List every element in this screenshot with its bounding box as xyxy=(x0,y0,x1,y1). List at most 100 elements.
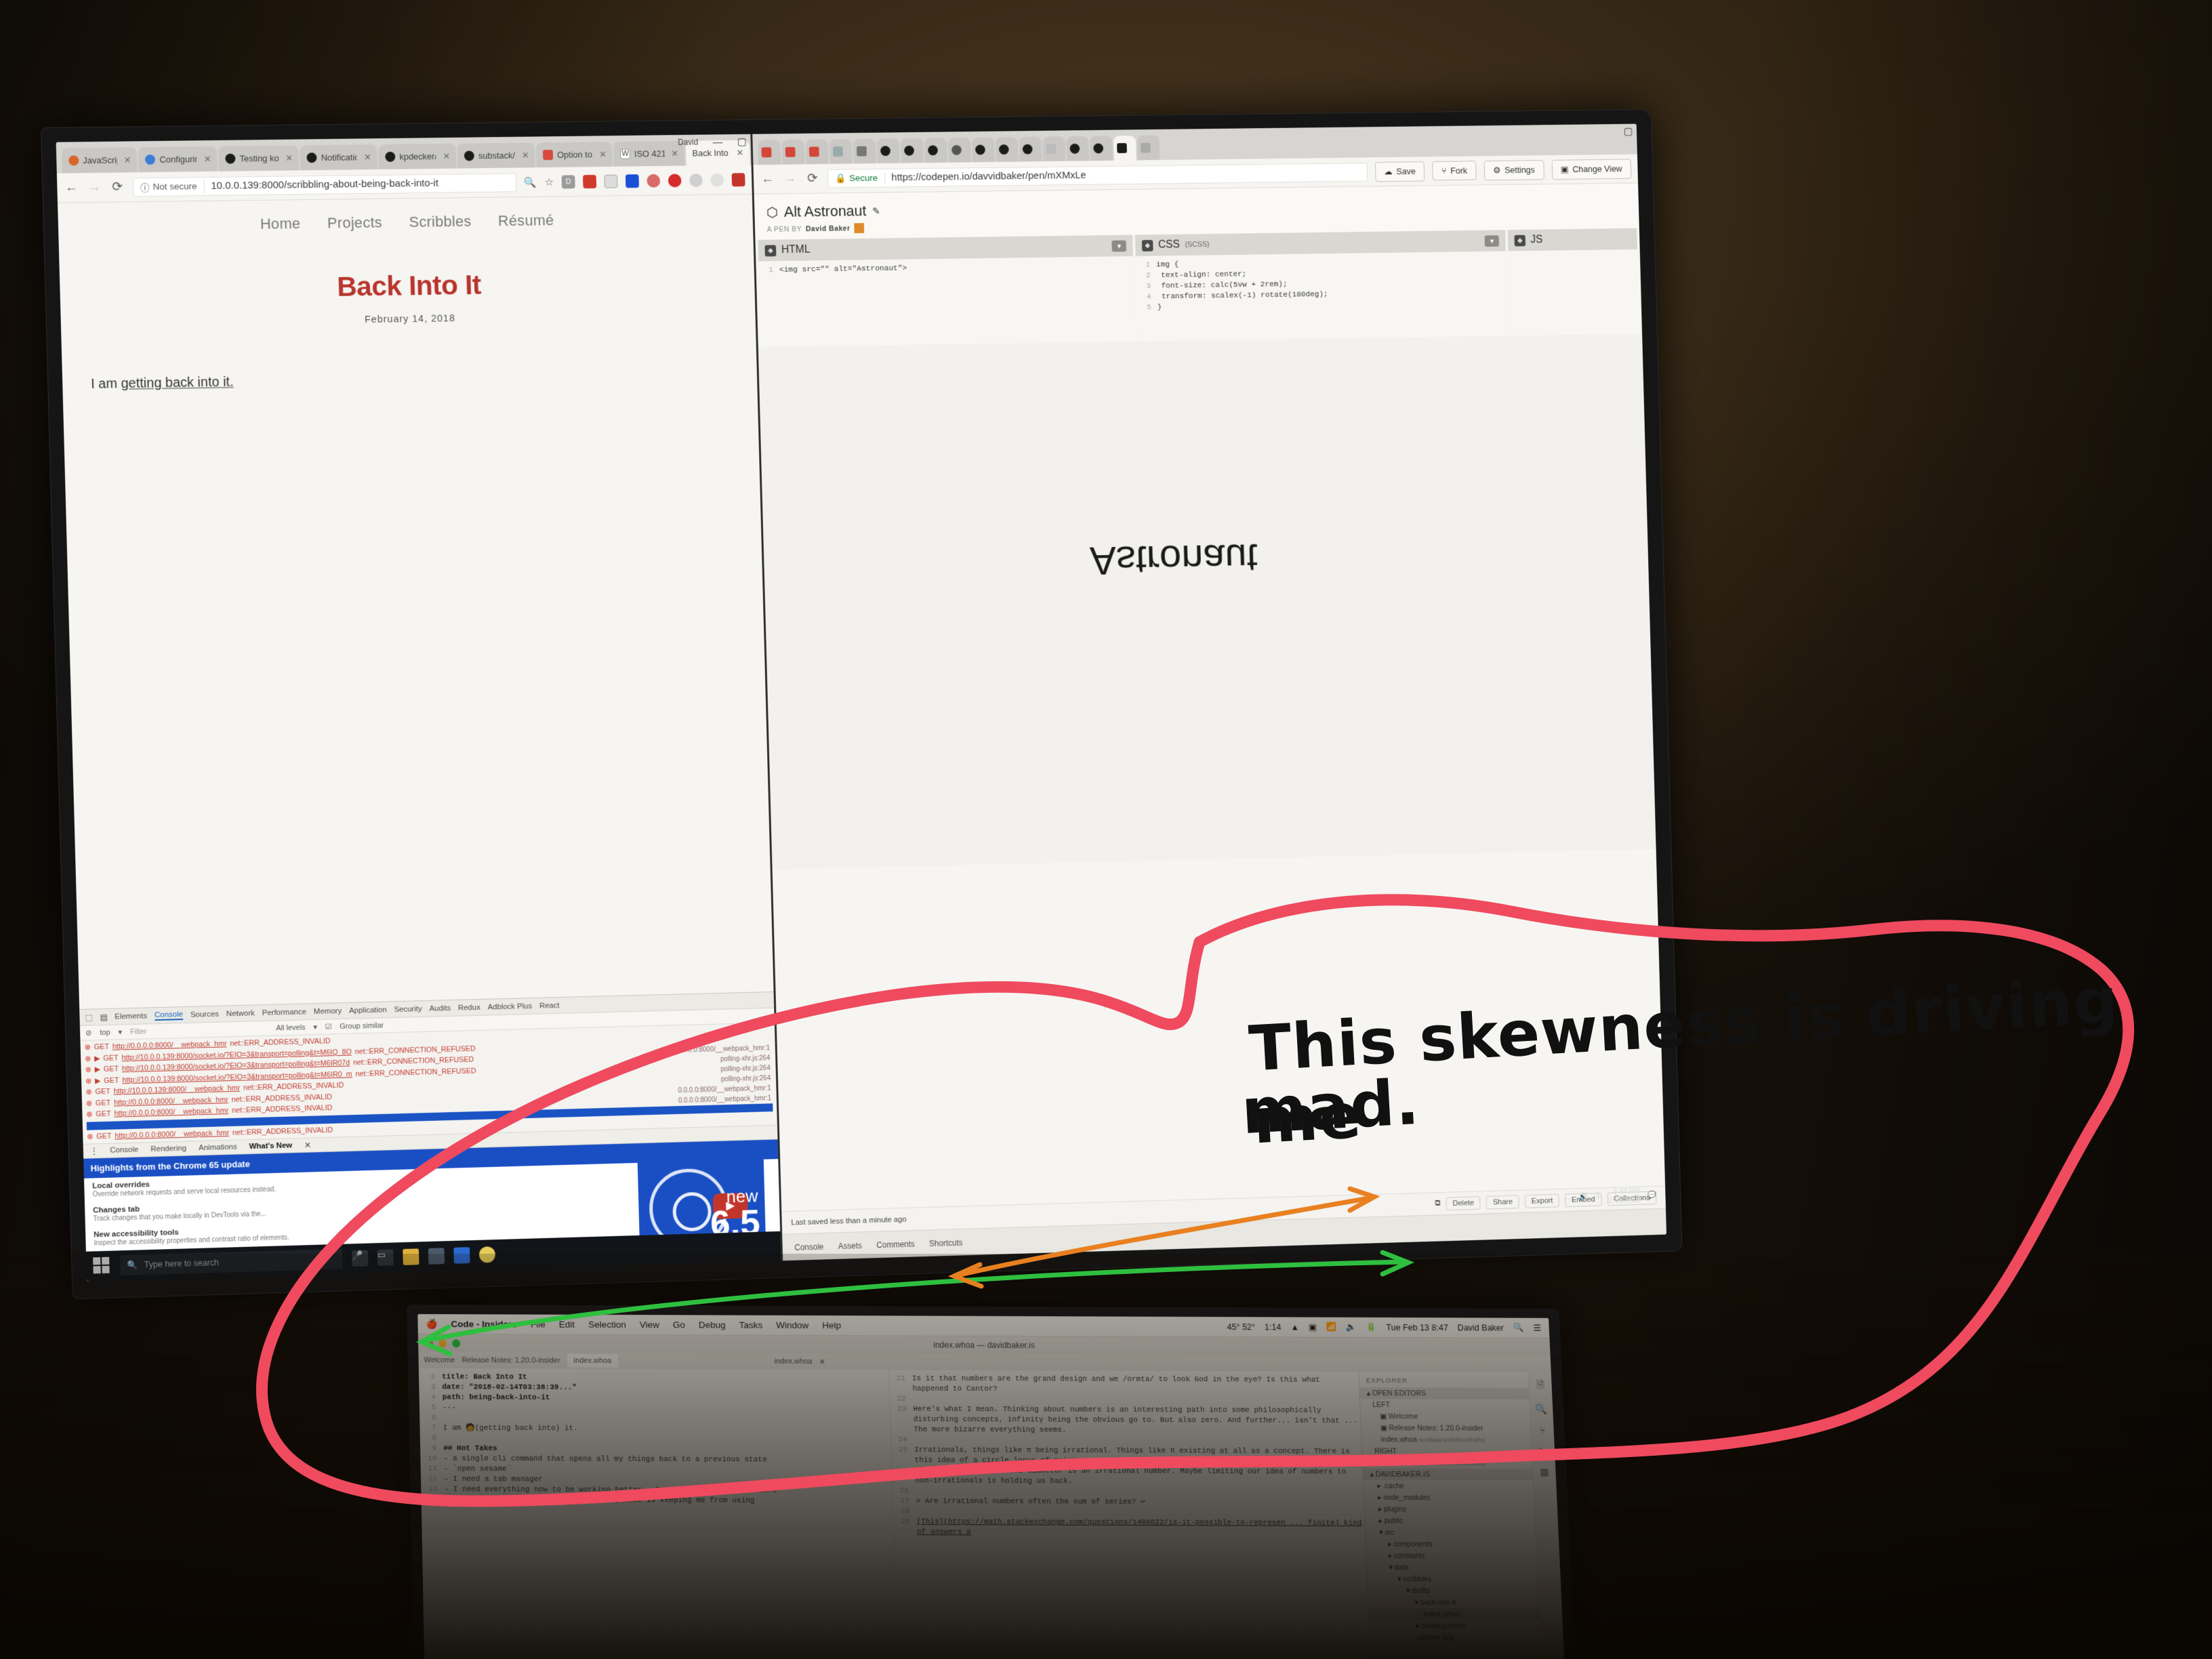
drawer-tab-animations[interactable]: Animations xyxy=(199,1143,237,1153)
filter-caret-icon[interactable]: ▾ xyxy=(118,1027,122,1036)
browser-tab[interactable] xyxy=(805,139,829,165)
expand-icon[interactable]: ▶ xyxy=(94,1053,100,1065)
close-icon[interactable]: ✕ xyxy=(522,150,529,161)
devtools-tab-performance[interactable]: Performance xyxy=(262,1008,307,1017)
delete-button[interactable]: Delete xyxy=(1446,1195,1481,1210)
drawer-tab-rendering[interactable]: Rendering xyxy=(150,1145,186,1153)
console-context[interactable]: top xyxy=(100,1028,110,1036)
browser-tab[interactable]: Configuring ✕ xyxy=(138,146,218,173)
clear-console-icon[interactable]: ⊘ xyxy=(85,1029,92,1038)
browser-tab[interactable] xyxy=(829,139,853,164)
close-icon[interactable]: ✕ xyxy=(285,152,293,163)
volume-icon[interactable]: 🔊 xyxy=(1579,1193,1588,1202)
address-bar[interactable]: ⓘ Not secure 10.0.0.139:8000/scribbling-… xyxy=(132,172,517,197)
devtools-tab-security[interactable]: Security xyxy=(394,1005,422,1014)
browser-tab[interactable] xyxy=(1042,136,1066,162)
close-icon[interactable]: ✕ xyxy=(304,1141,311,1150)
console-level[interactable]: All levels xyxy=(276,1023,305,1032)
browser-tab[interactable] xyxy=(924,138,947,163)
assets-button[interactable]: Assets xyxy=(838,1241,862,1251)
console-button[interactable]: Console xyxy=(794,1242,823,1252)
close-icon[interactable]: ✕ xyxy=(671,148,678,159)
browser-tab[interactable] xyxy=(1019,136,1042,162)
browser-tab[interactable] xyxy=(853,138,876,164)
browser-tab[interactable] xyxy=(1066,136,1090,161)
extension-icon-a[interactable] xyxy=(647,173,661,188)
extension-icon-d[interactable]: D xyxy=(561,174,575,188)
open-external-icon[interactable]: ⧉ xyxy=(1435,1200,1440,1208)
drawer-tab-whats-new[interactable]: What's New xyxy=(249,1141,292,1151)
nav-projects[interactable]: Projects xyxy=(327,214,383,232)
drawer-menu-icon[interactable]: ⋮ xyxy=(90,1146,98,1155)
close-icon[interactable]: ✕ xyxy=(736,147,743,158)
close-icon[interactable]: ✕ xyxy=(364,152,371,163)
settings-button[interactable]: ⚙ Settings xyxy=(1483,159,1544,180)
browser-tab[interactable] xyxy=(947,137,971,163)
nav-resume[interactable]: Résumé xyxy=(498,211,554,230)
close-icon[interactable]: ✕ xyxy=(599,149,607,160)
extension-icon-blue[interactable] xyxy=(625,173,639,188)
devtools-tab-react[interactable]: React xyxy=(539,1001,560,1010)
browser-tab[interactable] xyxy=(900,138,924,163)
expand-icon[interactable]: ▶ xyxy=(95,1076,101,1087)
save-button[interactable]: ☁ Save xyxy=(1374,161,1425,182)
devtools-tab-redux[interactable]: Redux xyxy=(458,1003,480,1012)
profile-name[interactable]: David xyxy=(678,138,698,147)
security-indicator[interactable]: ⓘ Not secure xyxy=(140,179,205,194)
extension-icon-gear[interactable] xyxy=(689,173,703,187)
close-icon[interactable]: ✕ xyxy=(204,154,211,165)
devtools-tab-elements[interactable]: Elements xyxy=(115,1012,147,1021)
browser-tab[interactable]: JavaScript ✕ xyxy=(61,147,138,173)
tray-expand-icon[interactable]: ︿ xyxy=(1564,1193,1572,1202)
back-icon[interactable]: ← xyxy=(760,171,775,186)
fork-button[interactable]: ⑂ Fork xyxy=(1432,161,1477,181)
browser-tab[interactable]: substack/ta ✕ xyxy=(457,142,536,169)
clock[interactable]: 8:48 PM 2/13/2018 xyxy=(1608,1187,1640,1206)
share-button[interactable]: Share xyxy=(1486,1195,1519,1209)
edit-pencil-icon[interactable]: ✎ xyxy=(872,205,880,217)
console-filter-input[interactable]: Filter xyxy=(130,1027,147,1036)
extension-icon-rec[interactable] xyxy=(668,173,682,188)
chevron-down-icon[interactable]: ▾ xyxy=(1111,240,1127,252)
devtools-tab-audits[interactable]: Audits xyxy=(429,1004,451,1013)
nav-home[interactable]: Home xyxy=(260,215,301,233)
browser-tab[interactable]: Testing kom ✕ xyxy=(218,145,300,171)
change-view-button[interactable]: ▣ Change View xyxy=(1551,158,1632,180)
request-url[interactable]: http://0.0.0.0:8000/__webpack_hmr xyxy=(114,1105,228,1120)
shortcuts-button[interactable]: Shortcuts xyxy=(929,1237,963,1248)
pen-author[interactable]: David Baker xyxy=(806,224,851,233)
devtools-tab-memory[interactable]: Memory xyxy=(314,1007,342,1016)
browser-tab[interactable] xyxy=(758,140,781,165)
nav-scribbles[interactable]: Scribbles xyxy=(409,213,472,231)
browser-tab[interactable] xyxy=(1136,135,1160,161)
minimize-icon[interactable]: — xyxy=(712,136,722,148)
extension-icon-globe[interactable] xyxy=(710,173,724,187)
address-bar[interactable]: 🔒 Secure https://codepen.io/davvidbaker/… xyxy=(827,162,1368,188)
browser-tab[interactable]: kpdecker/js ✕ xyxy=(378,143,457,169)
devtools-tab-application[interactable]: Application xyxy=(349,1006,387,1015)
request-url[interactable]: http://0.0.0.0:8000/__webpack_hmr xyxy=(115,1127,229,1141)
extension-icon-play[interactable] xyxy=(731,172,745,186)
extension-icon-red[interactable] xyxy=(582,174,597,188)
reload-icon[interactable]: ⟳ xyxy=(110,179,125,194)
browser-tab[interactable] xyxy=(971,137,995,163)
security-indicator[interactable]: 🔒 Secure xyxy=(834,172,885,184)
js-pane-header[interactable]: ◆ JS xyxy=(1507,228,1637,251)
chevron-down-icon[interactable]: ▾ xyxy=(1485,234,1500,247)
export-button[interactable]: Export xyxy=(1524,1193,1560,1208)
browser-tab[interactable] xyxy=(781,139,805,165)
devtools-tab-network[interactable]: Network xyxy=(226,1009,255,1018)
browser-tab[interactable]: Notification ✕ xyxy=(300,144,378,171)
css-code[interactable]: 1 img { 2 text-align: center; 3 font-size… xyxy=(1136,251,1507,318)
pen-title[interactable]: Alt Astronaut xyxy=(783,203,866,221)
group-similar-checkbox[interactable]: ☑ xyxy=(325,1022,332,1031)
expand-icon[interactable]: ▶ xyxy=(94,1064,100,1076)
bookmark-star-icon[interactable]: ☆ xyxy=(545,176,554,188)
network-icon[interactable]: ⚲ xyxy=(1595,1192,1601,1202)
devtools-tab-adblock[interactable]: Adblock Plus xyxy=(487,1002,532,1012)
comments-button[interactable]: Comments xyxy=(876,1239,915,1249)
maximize-icon[interactable]: ▢ xyxy=(1624,125,1633,138)
back-icon[interactable]: ← xyxy=(64,180,79,195)
browser-tab[interactable] xyxy=(995,137,1019,162)
drawer-tab-console[interactable]: Console xyxy=(110,1146,138,1155)
